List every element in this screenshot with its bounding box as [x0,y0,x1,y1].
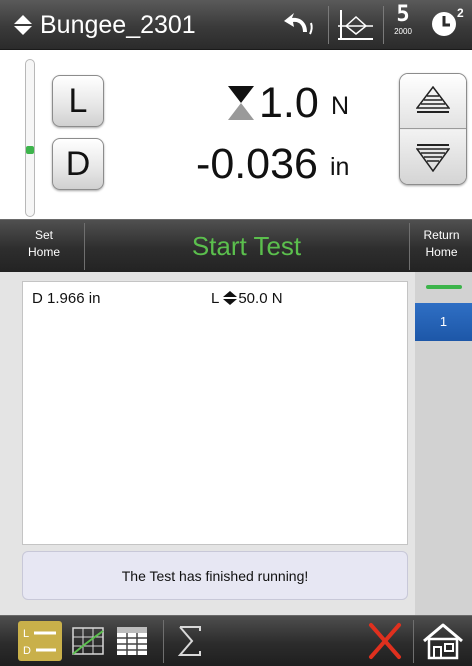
clock-superscript: 2 [457,6,464,20]
tab-scroll-indicator [426,285,462,289]
jog-up-button[interactable] [400,74,466,129]
toolbar-separator [413,620,414,663]
clock-icon[interactable] [430,10,458,38]
toolbar-separator [163,620,164,663]
svg-text:D: D [23,645,31,657]
title-separator [328,6,329,44]
result-load-label: L [211,290,220,307]
start-test-button[interactable]: Start Test [85,220,408,273]
action-separator [409,223,410,270]
load-displacement-view-button[interactable]: L D [18,621,62,661]
load-cell-capacity: 2000 [394,27,412,36]
jog-up-icon [416,86,450,113]
title-separator [383,6,384,44]
home-button[interactable] [420,621,466,661]
position-meter [25,59,35,217]
table-view-button[interactable] [114,621,154,661]
load-displacement-view-icon: L D [18,621,62,661]
set-home-button[interactable]: Set Home [4,227,84,261]
result-load: L 50.0 N [211,290,283,307]
position-meter-marker [26,146,34,154]
status-message: The Test has finished running! [22,551,408,600]
tab-specimen-1[interactable]: 1 [415,303,472,341]
load-cell-icon[interactable]: 5 2000 [391,3,415,37]
live-readouts: L D 1.0 N -0.036 in [0,51,472,219]
displacement-channel-button[interactable]: D [52,138,104,190]
return-home-label-line1: Return [423,228,460,242]
result-displacement-unit: in [88,290,101,307]
method-title[interactable]: Bungee_2301 [40,10,196,40]
set-home-label-line1: Set [34,228,53,242]
bottom-toolbar: L D [0,615,472,666]
title-bar: Bungee_2301 5 2000 2 [0,0,472,50]
graph-view-icon [72,627,104,655]
load-value: 1.0 [259,79,319,127]
cancel-button[interactable] [367,621,407,661]
results-panel: D 1.966 in L 50.0 N [22,281,408,545]
result-load-value: 50.0 [238,290,268,307]
hourglass-icon [228,86,254,120]
set-home-label-line2: Home [27,245,60,259]
sigma-statistics-icon [177,626,201,656]
diamond-icon [14,15,32,35]
jog-control [399,73,467,185]
result-displacement-value: 1.966 [47,290,85,307]
displacement-unit: in [330,153,350,181]
load-channel-button[interactable]: L [52,75,104,127]
load-unit: N [331,92,350,120]
peak-diamond-icon [223,291,238,305]
result-displacement-label: D [32,290,43,307]
result-displacement: D 1.966 in [32,290,100,307]
return-home-button[interactable]: Return Home [411,227,472,261]
statistics-button[interactable] [172,621,212,661]
load-cell-value: 5 [396,2,410,27]
svg-text:L: L [23,628,29,640]
table-view-icon [117,627,147,655]
graph-view-button[interactable] [70,621,110,661]
jog-down-icon [416,144,450,172]
action-bar: Set Home Start Test Return Home [0,219,472,272]
home-icon [423,623,463,660]
result-load-unit: N [271,290,283,307]
specimen-tabs: 1 [415,272,472,615]
close-x-icon [369,623,401,659]
displacement-value: -0.036 [196,140,318,188]
return-home-label-line2: Home [425,245,458,259]
undo-icon[interactable] [281,8,319,42]
fixture-icon[interactable] [336,8,376,42]
jog-down-button[interactable] [400,130,466,184]
